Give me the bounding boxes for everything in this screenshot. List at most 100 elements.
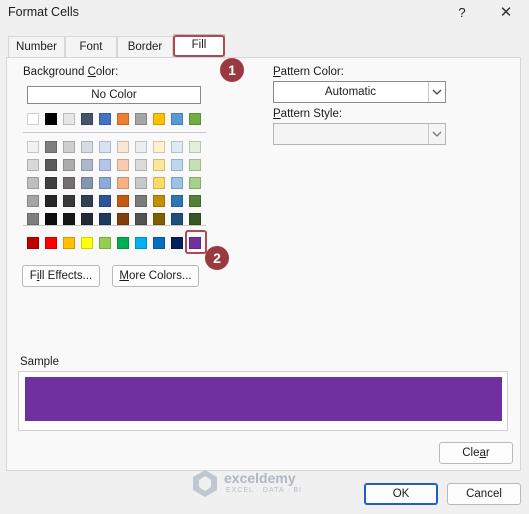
theme-shade-swatch[interactable] — [45, 141, 57, 153]
standard-color-swatch[interactable] — [171, 237, 183, 249]
standard-color-swatch[interactable] — [117, 237, 129, 249]
theme-shade-swatch[interactable] — [171, 141, 183, 153]
pattern-color-value: Automatic — [324, 86, 377, 98]
selected-swatch-highlight — [185, 230, 207, 254]
theme-shade-swatch[interactable] — [63, 177, 75, 189]
pattern-style-label: Pattern Style: — [273, 108, 343, 120]
tab-fill[interactable]: Fill — [173, 34, 225, 58]
theme-shade-swatch[interactable] — [63, 195, 75, 207]
theme-shade-swatch[interactable] — [45, 159, 57, 171]
theme-shade-swatch[interactable] — [189, 177, 201, 189]
tab-font[interactable]: Font — [65, 36, 117, 58]
theme-shade-swatch[interactable] — [81, 195, 93, 207]
standard-color-swatch[interactable] — [81, 237, 93, 249]
theme-shade-swatch[interactable] — [81, 213, 93, 225]
theme-color-swatch[interactable] — [27, 113, 39, 125]
theme-shade-swatch[interactable] — [189, 141, 201, 153]
theme-shade-swatch[interactable] — [99, 141, 111, 153]
callout-badge-2: 2 — [205, 246, 229, 270]
theme-shade-swatch[interactable] — [117, 213, 129, 225]
theme-color-swatch[interactable] — [63, 113, 75, 125]
standard-color-swatch[interactable] — [153, 237, 165, 249]
theme-shade-swatch[interactable] — [135, 177, 147, 189]
theme-shade-swatch[interactable] — [81, 141, 93, 153]
theme-shade-swatch[interactable] — [135, 213, 147, 225]
theme-shade-swatch[interactable] — [153, 141, 165, 153]
theme-color-swatch[interactable] — [135, 113, 147, 125]
pattern-style-select[interactable] — [273, 123, 446, 145]
standard-color-swatch[interactable] — [45, 237, 57, 249]
standard-color-swatch[interactable] — [63, 237, 75, 249]
theme-shade-swatch[interactable] — [171, 195, 183, 207]
theme-shade-swatch[interactable] — [153, 159, 165, 171]
theme-color-swatch[interactable] — [99, 113, 111, 125]
theme-color-swatch[interactable] — [81, 113, 93, 125]
theme-shade-swatch[interactable] — [99, 195, 111, 207]
theme-shade-swatch[interactable] — [27, 195, 39, 207]
theme-color-swatch[interactable] — [45, 113, 57, 125]
standard-color-swatch[interactable] — [135, 237, 147, 249]
chevron-down-icon[interactable] — [428, 82, 445, 102]
theme-shade-swatch[interactable] — [99, 177, 111, 189]
theme-shade-swatch[interactable] — [45, 213, 57, 225]
theme-shade-swatch[interactable] — [189, 159, 201, 171]
palette-divider — [23, 132, 206, 133]
theme-shade-swatch[interactable] — [117, 159, 129, 171]
tab-number[interactable]: Number — [8, 36, 65, 58]
theme-shade-swatch[interactable] — [63, 159, 75, 171]
theme-shade-swatch[interactable] — [99, 213, 111, 225]
help-button[interactable]: ? — [450, 2, 474, 24]
standard-color-swatch[interactable] — [27, 237, 39, 249]
theme-shade-swatch[interactable] — [27, 159, 39, 171]
no-color-button[interactable]: No Color — [27, 86, 201, 104]
theme-shade-swatch[interactable] — [171, 159, 183, 171]
theme-shade-swatch[interactable] — [63, 213, 75, 225]
cancel-button[interactable]: Cancel — [447, 483, 521, 505]
pattern-color-select[interactable]: Automatic — [273, 81, 446, 103]
tab-border[interactable]: Border — [117, 36, 173, 58]
close-button[interactable]: ✕ — [494, 2, 518, 24]
theme-shade-swatch[interactable] — [189, 213, 201, 225]
theme-shade-swatch[interactable] — [135, 141, 147, 153]
logo-tagline: EXCEL · DATA · BI — [226, 487, 302, 494]
theme-color-swatch[interactable] — [117, 113, 129, 125]
more-colors-button[interactable]: More Colors... — [112, 265, 199, 287]
ok-button[interactable]: OK — [364, 483, 438, 505]
clear-button[interactable]: Clear — [439, 442, 513, 464]
theme-color-swatch[interactable] — [189, 113, 201, 125]
sample-preview — [25, 377, 502, 421]
theme-shade-swatch[interactable] — [63, 141, 75, 153]
logo-brand: exceldemy — [224, 470, 296, 486]
theme-shade-swatch[interactable] — [135, 159, 147, 171]
theme-shade-swatch[interactable] — [45, 177, 57, 189]
theme-shade-swatch[interactable] — [81, 159, 93, 171]
theme-color-swatch[interactable] — [153, 113, 165, 125]
theme-shade-swatch[interactable] — [99, 159, 111, 171]
theme-shade-swatch[interactable] — [117, 195, 129, 207]
theme-shade-swatch[interactable] — [171, 213, 183, 225]
theme-shade-swatch[interactable] — [135, 195, 147, 207]
theme-shade-swatch[interactable] — [117, 177, 129, 189]
callout-badge-1: 1 — [220, 58, 244, 82]
exceldemy-logo-icon — [193, 470, 217, 497]
theme-shade-swatch[interactable] — [27, 177, 39, 189]
theme-shade-swatch[interactable] — [27, 141, 39, 153]
theme-shade-swatch[interactable] — [153, 213, 165, 225]
dialog-title: Format Cells — [8, 5, 79, 19]
theme-shade-swatch[interactable] — [153, 177, 165, 189]
chevron-down-icon[interactable] — [428, 124, 445, 144]
palette-divider — [23, 225, 206, 226]
theme-shade-swatch[interactable] — [171, 177, 183, 189]
fill-effects-button[interactable]: Fill Effects... — [22, 265, 100, 287]
exceldemy-logo: exceldemy EXCEL · DATA · BI — [190, 468, 325, 498]
title-bar: Format Cells ? ✕ — [0, 0, 529, 28]
standard-color-swatch[interactable] — [99, 237, 111, 249]
theme-shade-swatch[interactable] — [45, 195, 57, 207]
theme-shade-swatch[interactable] — [81, 177, 93, 189]
theme-shade-swatch[interactable] — [153, 195, 165, 207]
theme-shade-swatch[interactable] — [27, 213, 39, 225]
sample-label: Sample — [20, 356, 59, 368]
theme-color-swatch[interactable] — [171, 113, 183, 125]
theme-shade-swatch[interactable] — [117, 141, 129, 153]
theme-shade-swatch[interactable] — [189, 195, 201, 207]
